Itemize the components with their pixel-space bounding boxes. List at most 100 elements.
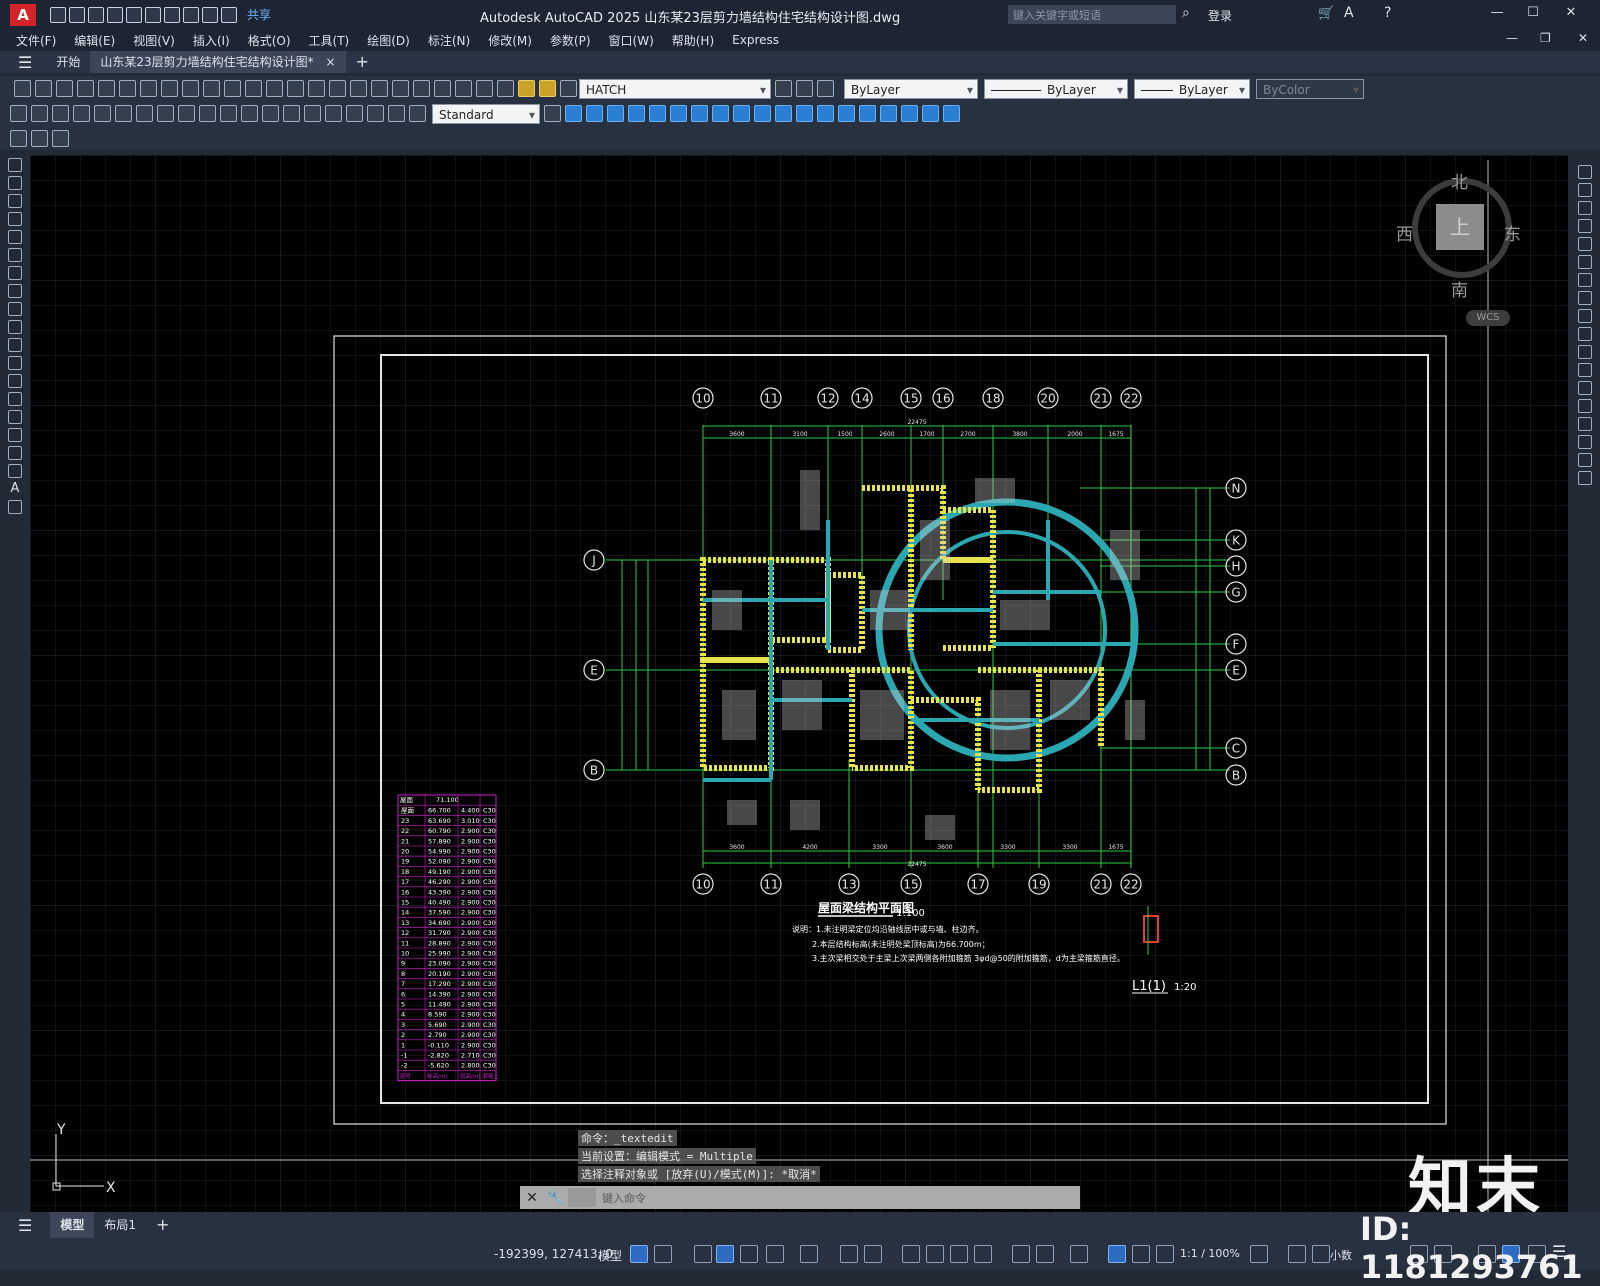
center-mark-icon[interactable] (304, 105, 321, 122)
tab-active-drawing[interactable]: 山东某23层剪力墙结构住宅结构设计图* × (90, 51, 346, 73)
modify-tool-5-icon[interactable] (649, 105, 666, 122)
tolerance-icon[interactable] (283, 105, 300, 122)
dim-space-icon[interactable] (241, 105, 258, 122)
tab-close-icon[interactable]: × (325, 55, 335, 69)
compass-south[interactable]: 南 (1451, 276, 1468, 301)
rectangle-icon[interactable] (8, 230, 22, 244)
help-icon[interactable]: ? (1384, 5, 1391, 21)
spline-icon[interactable] (8, 302, 22, 316)
menu-modify[interactable]: 修改(M) (488, 32, 532, 49)
move-icon[interactable] (1578, 255, 1592, 269)
rotate-icon[interactable] (1578, 273, 1592, 287)
menu-draw[interactable]: 绘图(D) (367, 32, 410, 49)
plot-tb-icon[interactable] (77, 80, 94, 97)
menu-edit[interactable]: 编辑(E) (74, 32, 115, 49)
command-close-icon[interactable]: ✕ (520, 1190, 544, 1206)
snap-toggle-icon[interactable] (654, 1245, 672, 1263)
zoom-previous-icon[interactable] (371, 80, 388, 97)
properties-icon[interactable] (392, 80, 409, 97)
qnew-icon[interactable] (14, 80, 31, 97)
layer-freeze-icon[interactable] (539, 80, 556, 97)
diameter-dim-icon[interactable] (136, 105, 153, 122)
command-customize-icon[interactable]: 🔧 (544, 1190, 568, 1206)
angular-dim-icon[interactable] (157, 105, 174, 122)
stretch-icon[interactable] (1578, 309, 1592, 323)
transparency-icon[interactable] (926, 1245, 944, 1263)
undo-icon[interactable] (183, 6, 199, 23)
point-icon[interactable] (8, 392, 22, 406)
polar-tracking-icon[interactable] (766, 1245, 784, 1263)
layer-lock-icon[interactable] (560, 80, 577, 97)
table-icon[interactable] (8, 464, 22, 478)
modify-tool-2-icon[interactable] (586, 105, 603, 122)
units-value[interactable]: 小数 (1330, 1247, 1352, 1263)
3d-print-icon[interactable] (140, 80, 157, 97)
polygon-icon[interactable] (8, 212, 22, 226)
offset-icon[interactable] (1578, 219, 1592, 233)
dim-break-icon[interactable] (262, 105, 279, 122)
viewcube[interactable]: 上 北 南 西 东 (1396, 168, 1521, 301)
undo-tb-icon[interactable] (266, 80, 283, 97)
baseline-dim-icon[interactable] (199, 105, 216, 122)
cart-icon[interactable]: 🛒 (1318, 6, 1334, 21)
menu-parametric[interactable]: 参数(P) (550, 32, 591, 49)
wcs-menu[interactable]: WCS (1466, 310, 1510, 326)
copy-icon[interactable] (182, 80, 199, 97)
modify-tool-19-icon[interactable] (943, 105, 960, 122)
compass-west[interactable]: 西 (1396, 220, 1413, 245)
match-properties-icon[interactable] (224, 80, 241, 97)
modify-tool-6-icon[interactable] (670, 105, 687, 122)
print-icon[interactable] (164, 6, 180, 23)
break-at-point-icon[interactable] (1578, 363, 1592, 377)
dim-edit-icon[interactable] (367, 105, 384, 122)
annotation-scale-value[interactable]: 1:1 / 100% (1180, 1247, 1240, 1260)
selection-filter-icon[interactable] (1036, 1245, 1054, 1263)
menu-insert[interactable]: 插入(I) (193, 32, 230, 49)
menu-file[interactable]: 文件(F) (16, 32, 56, 49)
hatch-icon[interactable] (8, 410, 22, 424)
quick-dim-icon[interactable] (178, 105, 195, 122)
revcloud-icon[interactable] (8, 284, 22, 298)
model-space-button[interactable]: 模型 (598, 1247, 622, 1264)
hamburger-menu-icon[interactable]: ☰ (18, 53, 32, 72)
modify-tool-7-icon[interactable] (691, 105, 708, 122)
modify-tool-16-icon[interactable] (880, 105, 897, 122)
layer-properties-icon[interactable] (497, 80, 514, 97)
dynamic-ucs-icon[interactable] (1012, 1245, 1030, 1263)
layer-previous-icon[interactable] (796, 80, 813, 97)
layout-menu-icon[interactable]: ☰ (18, 1216, 32, 1235)
modify-tool-9-icon[interactable] (733, 105, 750, 122)
tab-layout1[interactable]: 布局1 (94, 1212, 146, 1238)
design-center-icon[interactable] (413, 80, 430, 97)
lineweight-dropdown[interactable]: ByLayer (1134, 78, 1250, 100)
gradient-icon[interactable] (8, 428, 22, 442)
modify-tool-18-icon[interactable] (922, 105, 939, 122)
object-snap-icon[interactable] (864, 1245, 882, 1263)
trim-icon[interactable] (1578, 327, 1592, 341)
share-icon[interactable] (221, 6, 237, 23)
infer-constraints-icon[interactable] (694, 1245, 712, 1263)
paste-icon[interactable] (203, 80, 220, 97)
extra-tool-3-icon[interactable] (52, 129, 69, 147)
explode-icon[interactable] (1578, 471, 1592, 485)
search-input[interactable]: 键入关键字或短语 (1008, 5, 1176, 24)
annotation-monitor-icon[interactable] (1288, 1245, 1306, 1263)
viewcube-top-face[interactable]: 上 (1436, 204, 1484, 250)
redo-tb-icon[interactable] (287, 80, 304, 97)
insert-block-icon[interactable] (8, 356, 22, 370)
array-icon[interactable] (1578, 237, 1592, 251)
doc-restore-icon[interactable]: ❐ (1540, 31, 1551, 45)
maximize-icon[interactable]: ☐ (1526, 6, 1540, 20)
aligned-dim-icon[interactable] (31, 105, 48, 122)
mirror-icon[interactable] (1578, 201, 1592, 215)
multiline-text-icon[interactable]: A (8, 482, 22, 496)
preview-icon[interactable] (98, 80, 115, 97)
command-input[interactable]: 键入命令 (602, 1190, 646, 1206)
publish-icon[interactable] (126, 6, 142, 23)
jogged-dim-icon[interactable] (115, 105, 132, 122)
object-snap-tracking-icon[interactable] (840, 1245, 858, 1263)
compass-north[interactable]: 北 (1451, 168, 1468, 193)
tab-start[interactable]: 开始 (46, 51, 90, 73)
redo-icon[interactable] (202, 6, 218, 23)
make-current-layer-icon[interactable] (775, 80, 792, 97)
